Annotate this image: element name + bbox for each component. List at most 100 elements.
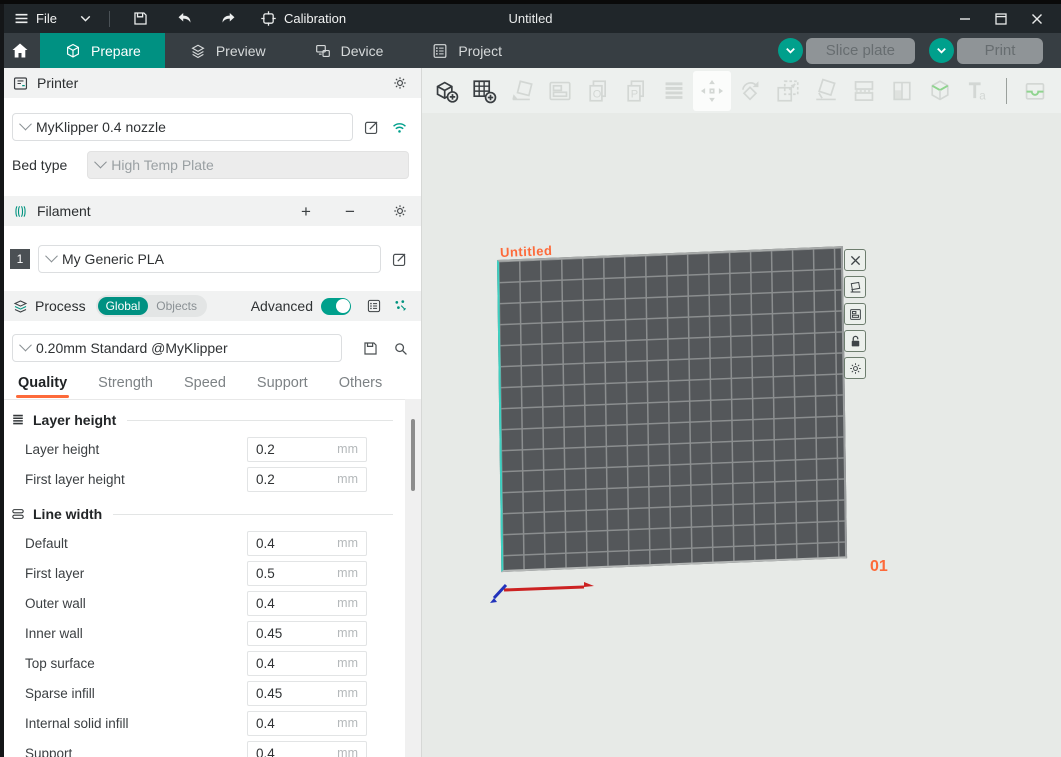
param-unit: mm [337,566,358,580]
wifi-connection-icon[interactable] [389,117,409,137]
scope-objects-option[interactable]: Objects [148,297,205,315]
tab-device[interactable]: Device [290,33,408,68]
process-tab-strength[interactable]: Strength [96,369,155,397]
param-unit: mm [337,686,358,700]
param-row: Internal solid infill0.4mm [0,708,421,738]
minimize-button[interactable] [951,7,979,31]
process-tab-support[interactable]: Support [255,369,310,397]
delete-plate-icon[interactable] [844,249,866,271]
filament-preset-select[interactable]: My Generic PLA [38,245,381,273]
close-button[interactable] [1023,7,1051,31]
printer-section-title: Printer [37,75,78,91]
edit-filament-icon[interactable] [389,249,409,269]
param-value[interactable]: 0.5 [256,566,337,581]
param-value[interactable]: 0.45 [256,626,337,641]
redo-icon[interactable] [220,10,238,28]
sidebar-scrollbar[interactable] [405,399,421,757]
param-input[interactable]: 0.4mm [247,531,367,556]
param-input[interactable]: 0.4mm [247,651,367,676]
print-split-button[interactable]: Print [929,38,1043,64]
param-input[interactable]: 0.4mm [247,741,367,757]
device-icon [314,42,332,60]
print-options-chevron-icon[interactable] [929,38,954,63]
plate-name-label[interactable]: Untitled [500,243,553,260]
param-value[interactable]: 0.4 [256,656,337,671]
printer-preset-select[interactable]: MyKlipper 0.4 nozzle [12,113,353,141]
calibration-icon[interactable] [260,10,278,28]
param-label: First layer height [25,472,125,487]
scrollbar-thumb[interactable] [411,419,415,491]
calibration-menu[interactable]: Calibration [284,11,346,26]
param-input[interactable]: 0.45mm [247,681,367,706]
fill-color-icon [883,71,921,111]
lock-plate-icon[interactable] [844,330,866,352]
param-row: Sparse infill0.45mm [0,678,421,708]
advanced-toggle[interactable] [321,298,351,315]
param-input[interactable]: 0.4mm [247,591,367,616]
settings-sidebar: Printer MyKlipper 0.4 nozzle Bed type Hi… [0,68,422,757]
tab-preview[interactable]: Preview [165,33,290,68]
plate-settings-icon[interactable] [844,357,866,379]
process-tab-speed[interactable]: Speed [182,369,228,397]
add-model-icon[interactable] [427,71,465,111]
param-input[interactable]: 0.2mm [247,437,367,462]
remove-filament-icon[interactable]: − [341,202,359,220]
add-filament-icon[interactable]: + [297,202,315,220]
process-preset-select[interactable]: 0.20mm Standard @MyKlipper [12,334,342,362]
print-button[interactable]: Print [957,38,1043,64]
printer-settings-gear-icon[interactable] [391,74,409,92]
param-value[interactable]: 0.4 [256,716,337,731]
slice-options-chevron-icon[interactable] [778,38,803,63]
process-tab-others[interactable]: Others [337,369,385,397]
search-settings-icon[interactable] [390,338,410,358]
add-plate-icon[interactable] [465,71,503,111]
param-input[interactable]: 0.45mm [247,621,367,646]
bed-type-select[interactable]: High Temp Plate [87,151,409,179]
compare-presets-icon[interactable] [391,297,409,315]
param-value[interactable]: 0.2 [256,472,337,487]
maximize-button[interactable] [987,7,1015,31]
slice-plate-split-button[interactable]: Slice plate [778,38,915,64]
file-menu[interactable]: File [36,11,57,26]
save-icon[interactable] [132,10,150,28]
param-value[interactable]: 0.4 [256,596,337,611]
param-input[interactable]: 0.4mm [247,711,367,736]
tab-project[interactable]: Project [407,33,526,68]
filament-settings-gear-icon[interactable] [391,202,409,220]
titlebar: File Calibration Untitled [0,4,1061,33]
viewport-3d[interactable]: OPa Untitled 01 [422,68,1061,757]
param-row: Support0.4mm [0,738,421,757]
param-row: Outer wall0.4mm [0,588,421,618]
section-header-layer-height[interactable]: Layer height [0,406,421,434]
process-section-title: Process [35,298,86,314]
arrange-plate-icon[interactable] [844,303,866,325]
param-unit: mm [337,656,358,670]
build-plate[interactable] [497,246,847,572]
chevron-down-icon[interactable] [77,10,95,28]
save-preset-icon[interactable] [360,338,380,358]
viewport-toolbar: OPa [422,68,1061,113]
hamburger-menu-icon[interactable] [12,10,30,28]
tab-prepare[interactable]: Prepare [40,33,165,68]
orient-plate-icon[interactable] [844,276,866,298]
param-value[interactable]: 0.45 [256,686,337,701]
undo-icon[interactable] [176,10,194,28]
parameter-list-icon[interactable] [365,297,383,315]
svg-text:P: P [631,88,638,100]
copy-icon: O [579,71,617,111]
param-value[interactable]: 0.4 [256,746,337,757]
arrange-icon [541,71,579,111]
process-scope-toggle[interactable]: Global Objects [96,295,207,317]
home-button[interactable] [0,33,40,68]
section-header-line-width[interactable]: Line width [0,500,421,528]
scope-global-option[interactable]: Global [98,297,149,315]
mesh-boolean-icon [921,71,959,111]
param-value[interactable]: 0.4 [256,536,337,551]
edit-printer-icon[interactable] [361,117,381,137]
param-input[interactable]: 0.5mm [247,561,367,586]
filament-slot-badge[interactable]: 1 [10,249,30,269]
param-input[interactable]: 0.2mm [247,467,367,492]
slice-plate-button[interactable]: Slice plate [806,38,915,64]
param-value[interactable]: 0.2 [256,442,337,457]
process-tab-quality[interactable]: Quality [16,369,69,397]
